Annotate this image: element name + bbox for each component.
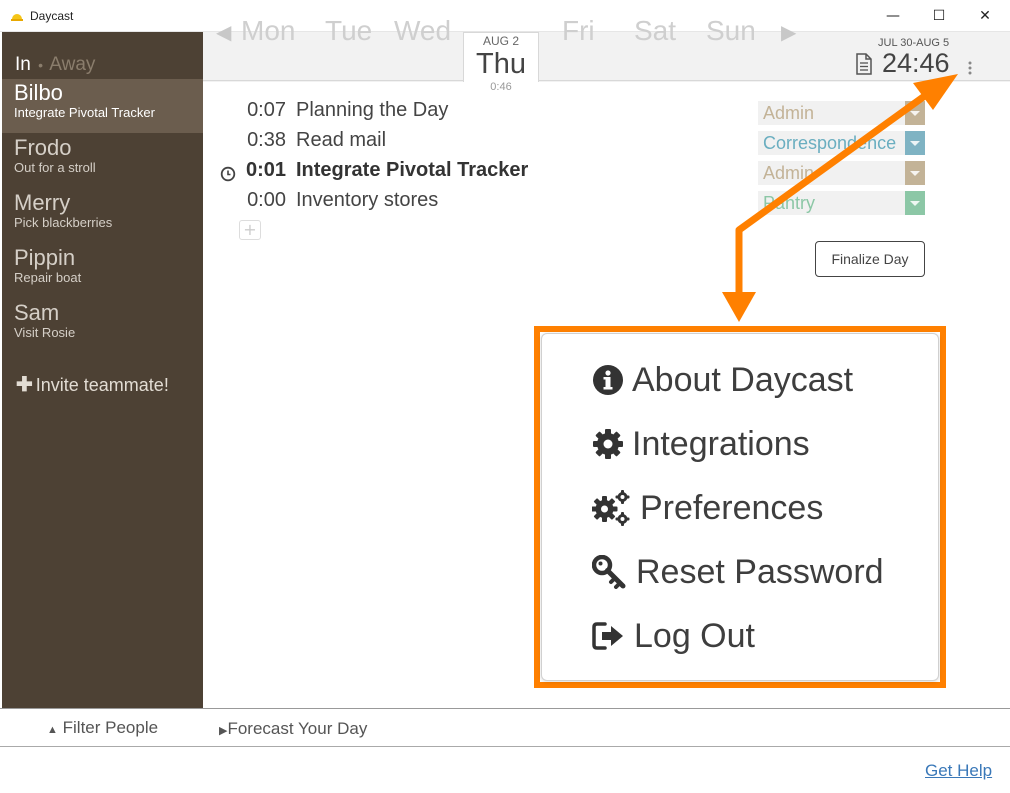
menu-item-about[interactable]: About Daycast [592,358,853,402]
person-task: Pick blackberries [14,215,113,230]
day-selector-divider [203,80,1010,81]
forecast-label: Forecast Your Day [227,719,368,738]
entry-desc: Read mail [296,129,387,151]
person-name: Merry [14,190,71,215]
person-task: Out for a stroll [14,160,96,175]
add-entry-button[interactable]: + [239,220,261,240]
selected-date: AUG 2 [482,34,519,48]
day-fri[interactable]: Fri [562,15,595,47]
person-name: Sam [14,300,60,325]
menu-item-label: Preferences [640,488,824,527]
finalize-day-button[interactable]: Finalize Day [815,241,925,277]
day-tue[interactable]: Tue [325,15,372,47]
menu-item-log-out[interactable]: Log Out [592,614,755,658]
day-mon[interactable]: Mon [241,15,295,47]
more-menu-icon[interactable] [967,61,973,75]
entry-time: 0:00 [247,189,286,211]
category-select[interactable]: Admin [758,161,925,185]
category-label: Correspondence [763,133,897,153]
filter-people-label: Filter People [62,718,159,737]
plus-icon: ✚ [16,374,33,396]
person-task: Integrate Pivotal Tracker [14,105,155,120]
category-select[interactable]: Pantry [758,191,925,215]
gears-icon [592,490,630,526]
person-sam[interactable]: Sam Visit Rosie [2,299,203,353]
entry-desc: Inventory stores [296,189,439,211]
status-in-tab[interactable]: In [15,54,31,75]
person-task: Repair boat [14,270,82,285]
day-wed[interactable]: Wed [394,15,451,47]
entry-time: 0:01 [245,159,286,181]
menu-item-label: Reset Password [636,552,884,591]
footer-divider [0,746,1010,747]
filter-people-button[interactable]: ▲ Filter People [47,718,158,738]
chevron-down-icon [905,191,925,215]
close-button[interactable]: ✕ [962,0,1008,32]
day-sat[interactable]: Sat [634,15,676,47]
status-away-tab[interactable]: Away [49,54,95,75]
presence-toggle: In • Away [15,54,95,76]
entry-desc: Integrate Pivotal Tracker [296,159,529,181]
invite-teammate-button[interactable]: ✚ Invite teammate! [16,372,169,397]
entry-time: 0:38 [247,129,286,151]
menu-item-reset-password[interactable]: Reset Password [592,550,884,594]
invite-label: Invite teammate! [35,375,169,395]
selected-day-total: 0:46 [490,81,512,93]
forecast-day-button[interactable]: ▶Forecast Your Day [219,719,367,739]
category-label: Admin [763,103,815,123]
key-icon [592,555,626,589]
footer-divider [0,708,1010,709]
person-merry[interactable]: Merry Pick blackberries [2,189,203,243]
person-name: Bilbo [14,80,63,105]
category-label: Admin [763,163,815,183]
person-name: Frodo [14,135,72,160]
menu-item-label: Integrations [632,424,810,463]
daycast-logo-icon [11,14,23,21]
menu-item-integrations[interactable]: Integrations [592,422,810,466]
week-total: 24:46 [882,48,950,78]
entry-row[interactable]: 0:00 Inventory stores [220,189,720,217]
sidebar: In • Away Bilbo Integrate Pivotal Tracke… [2,32,203,708]
chevron-down-icon [905,101,925,125]
caret-up-icon: ▲ [47,724,58,736]
category-label: Pantry [763,193,816,213]
entry-row[interactable]: 0:07 Planning the Day [220,99,720,127]
window-title: Daycast [30,9,74,23]
menu-item-label: Log Out [634,616,755,655]
category-select[interactable]: Admin [758,101,925,125]
person-frodo[interactable]: Frodo Out for a stroll [2,134,203,188]
next-week-icon[interactable]: ▶ [781,20,796,44]
entry-row[interactable]: 0:38 Read mail [220,129,720,157]
maximize-button[interactable]: ☐ [916,0,962,32]
title-bar: Daycast — ☐ ✕ [0,0,1010,32]
person-pippin[interactable]: Pippin Repair boat [2,244,203,298]
day-sun[interactable]: Sun [706,15,756,47]
category-select[interactable]: Correspondence [758,131,925,155]
menu-item-preferences[interactable]: Preferences [592,486,823,530]
info-icon [593,365,623,395]
report-icon[interactable] [855,53,873,75]
chevron-down-icon [905,131,925,155]
person-task: Visit Rosie [14,325,76,340]
menu-item-label: About Daycast [632,360,854,399]
timer-running-icon [220,166,236,182]
entry-row-active[interactable]: 0:01 Integrate Pivotal Tracker [220,159,720,187]
status-separator: • [38,57,44,73]
person-name: Pippin [14,245,76,270]
entry-time: 0:07 [247,99,286,121]
entry-desc: Planning the Day [296,99,449,121]
chevron-down-icon [905,161,925,185]
gear-icon [593,429,623,459]
day-thu[interactable]: Thu [463,48,539,81]
prev-week-icon[interactable]: ◀ [216,20,231,44]
get-help-link[interactable]: Get Help [925,761,992,781]
minimize-button[interactable]: — [870,0,916,32]
logout-icon [592,622,623,650]
person-bilbo[interactable]: Bilbo Integrate Pivotal Tracker [2,79,203,133]
